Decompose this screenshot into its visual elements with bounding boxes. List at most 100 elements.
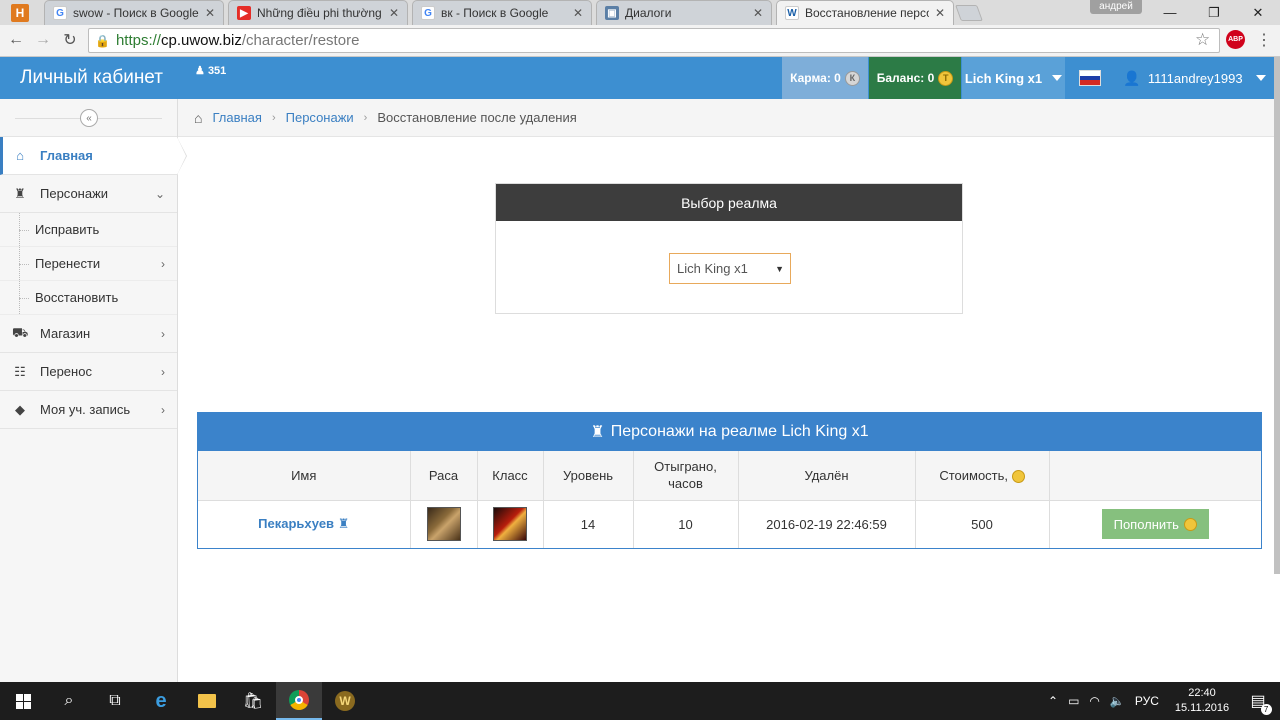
language-indicator[interactable]: РУС (1135, 694, 1159, 708)
col-played-label: Отыграно, часов (654, 459, 717, 492)
search-button[interactable]: ⌕ (46, 682, 92, 720)
cell-level: 14 (543, 500, 634, 548)
chrome-button[interactable] (276, 682, 322, 720)
browser-chrome: H G swow - Поиск в Google ✕ ▶ Những điều… (0, 0, 1280, 57)
sidebar-subitem-fix[interactable]: Исправить (0, 213, 177, 247)
collapse-icon[interactable]: « (80, 109, 98, 127)
close-icon[interactable]: ✕ (573, 6, 583, 20)
system-tray: ⌃ ▭ ◠ 🔈 РУС (1048, 682, 1159, 720)
sidebar: « ⌂ Главная ♜ Персонажи ⌄ Исправить Пере… (0, 99, 187, 682)
address-bar[interactable]: 🔒 https://cp.uwow.biz/character/restore (88, 28, 1220, 53)
profile-label[interactable]: андрей (1090, 0, 1142, 14)
pinned-tab[interactable]: H (4, 3, 36, 23)
back-button[interactable]: ← (5, 29, 27, 51)
col-cost: Стоимость, (915, 451, 1050, 501)
adblock-icon[interactable]: ABP (1226, 30, 1245, 49)
brand-title[interactable]: Личный кабинет (20, 67, 163, 89)
online-counter: ♟ 351 (195, 64, 226, 77)
sidebar-item-label: Моя уч. запись (40, 402, 131, 417)
windows-icon (15, 693, 31, 709)
close-icon[interactable]: ✕ (935, 6, 945, 20)
task-view-button[interactable]: ⧉ (92, 682, 138, 720)
tab-label: swow - Поиск в Google (73, 6, 199, 20)
edge-button[interactable]: e (138, 682, 184, 720)
characters-panel: ♜ Персонажи на реалме Lich King x1 Имя Р… (197, 412, 1262, 549)
col-action (1049, 451, 1261, 501)
edge-icon: e (155, 689, 167, 712)
sidebar-item-migration[interactable]: ☷ Перенос › (0, 353, 177, 391)
character-name-link[interactable]: Пекарьхуев (258, 516, 334, 531)
cart-icon: ⛟ (12, 324, 29, 340)
close-icon[interactable]: ✕ (205, 6, 215, 20)
cell-played: 10 (633, 500, 739, 548)
sidebar-item-home[interactable]: ⌂ Главная (0, 137, 187, 175)
close-icon[interactable]: ✕ (753, 6, 763, 20)
sidebar-item-account[interactable]: ◆ Моя уч. запись › (0, 391, 177, 429)
tab-label: Những điều phi thường c (257, 6, 383, 20)
sidebar-item-characters[interactable]: ♜ Персонажи ⌄ (0, 175, 177, 213)
notifications-button[interactable]: ▤ 7 (1238, 682, 1278, 720)
cell-action: Пополнить (1049, 500, 1261, 548)
tab-label: Восстановление персона (805, 6, 929, 20)
online-count: 351 (207, 65, 227, 77)
coin-icon (1183, 517, 1197, 531)
tab-1[interactable]: ▶ Những điều phi thường c ✕ (228, 0, 408, 25)
cell-cost: 500 (915, 500, 1050, 548)
realm-dropdown[interactable]: Lich King x1 (962, 57, 1065, 99)
minimize-button[interactable]: — (1152, 0, 1188, 25)
store-button[interactable]: 🛍 (230, 682, 276, 720)
tab-2[interactable]: G вк - Поиск в Google ✕ (412, 0, 592, 25)
breadcrumb-home[interactable]: Главная (212, 110, 261, 125)
task-view-icon: ⧉ (109, 692, 121, 709)
chevron-down-icon: ⌄ (154, 186, 165, 201)
google-icon: G (421, 6, 435, 20)
col-race: Раса (410, 451, 478, 501)
vk-icon: ▣ (605, 6, 619, 20)
explorer-button[interactable] (184, 682, 230, 720)
coin-icon: Т (938, 70, 954, 86)
chrome-icon (289, 690, 309, 710)
user-menu[interactable]: 👤 1111andrey1993 (1115, 57, 1274, 99)
balance-box[interactable]: Баланс: 0 Т (869, 57, 961, 99)
sidebar-subitem-transfer[interactable]: Перенести › (0, 247, 177, 281)
battery-icon[interactable]: ▭ (1068, 694, 1079, 708)
chevron-right-icon: › (161, 326, 165, 341)
reload-button[interactable]: ↻ (59, 29, 81, 51)
close-icon[interactable]: ✕ (389, 6, 399, 20)
chevron-up-icon[interactable]: ⌃ (1048, 694, 1058, 708)
coin-icon (1011, 469, 1025, 483)
wow-button[interactable]: W (322, 682, 368, 720)
start-button[interactable] (0, 682, 46, 720)
character-icon: ♜ (337, 516, 350, 532)
home-icon: ⌂ (16, 148, 24, 163)
caret-down-icon (1255, 75, 1266, 81)
browser-menu-icon[interactable]: ⋮ (1256, 30, 1272, 50)
sidebar-item-shop[interactable]: ⛟ Магазин › (0, 315, 177, 353)
wifi-icon[interactable]: ◠ (1089, 694, 1099, 708)
url-path: /character/restore (241, 32, 360, 49)
table-row: Пекарьхуев ♜ 14 10 2016-02-19 22:46:59 5… (198, 500, 1261, 548)
new-tab-button[interactable] (955, 5, 983, 21)
tag-icon: ◆ (15, 401, 25, 417)
realm-label: Lich King x1 (964, 70, 1043, 86)
col-played: Отыграно, часов (633, 451, 739, 501)
breadcrumb-characters[interactable]: Персонажи (286, 110, 354, 125)
username: 1111andrey1993 (1147, 70, 1243, 86)
realm-select[interactable]: Lich King x1 ▼ (669, 253, 791, 284)
karma-coin-icon: К (844, 70, 860, 86)
clock[interactable]: 22:40 15.11.2016 (1168, 686, 1236, 716)
topup-button[interactable]: Пополнить (1101, 509, 1209, 540)
bookmark-star-icon[interactable]: ☆ (1195, 30, 1210, 50)
tab-3[interactable]: ▣ Диалоги ✕ (596, 0, 772, 25)
tab-0[interactable]: G swow - Поиск в Google ✕ (44, 0, 224, 25)
page-scrollbar[interactable] (1274, 57, 1280, 574)
language-flag[interactable] (1066, 57, 1114, 99)
volume-icon[interactable]: 🔈 (1110, 694, 1125, 708)
cell-class (477, 500, 544, 548)
close-window-button[interactable]: ✕ (1240, 0, 1276, 25)
forward-button[interactable]: → (32, 29, 54, 51)
sidebar-subitem-restore[interactable]: Восстановить (0, 281, 177, 315)
restore-button[interactable]: ❐ (1196, 0, 1232, 25)
tab-4[interactable]: W Восстановление персона ✕ (776, 0, 954, 25)
karma-box[interactable]: Карма: 0 К (782, 57, 868, 99)
